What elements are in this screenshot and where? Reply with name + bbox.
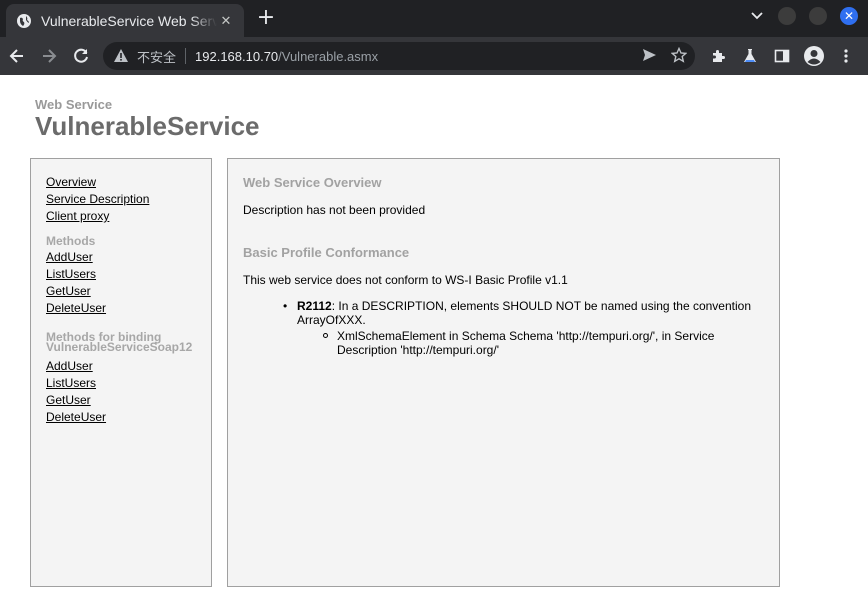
- binding-heading-line2: VulnerableServiceSoap12: [46, 340, 193, 354]
- labs-flask-icon[interactable]: [739, 45, 761, 67]
- maximize-button[interactable]: [809, 7, 827, 25]
- url-text[interactable]: 192.168.10.70/Vulnerable.asmx: [195, 49, 378, 64]
- binding-method-link-getuser[interactable]: GetUser: [46, 392, 196, 409]
- link-client-proxy[interactable]: Client proxy: [46, 208, 196, 225]
- extensions-puzzle-icon[interactable]: [707, 45, 729, 67]
- globe-icon: [17, 13, 31, 28]
- not-secure-warning-icon[interactable]: [113, 48, 129, 64]
- url-host: 192.168.10.70: [195, 48, 279, 64]
- divider: [185, 48, 187, 64]
- list-item: XmlSchemaElement in Schema Schema 'http:…: [323, 329, 764, 357]
- security-label: 不安全: [137, 49, 177, 65]
- side-panel-icon[interactable]: [771, 45, 793, 67]
- tab-strip: VulnerableService Web Service ✕ + ✕: [0, 0, 868, 37]
- overview-heading: Web Service Overview: [243, 175, 382, 190]
- bullet-icon: •: [283, 299, 288, 313]
- binding-method-link-listusers[interactable]: ListUsers: [46, 375, 196, 392]
- link-overview[interactable]: Overview: [46, 174, 196, 191]
- tab-search-chevron-icon[interactable]: [749, 9, 765, 23]
- rule-description: R2112: In a DESCRIPTION, elements SHOULD…: [297, 299, 764, 327]
- window-close-button[interactable]: ✕: [840, 7, 858, 25]
- link-service-description[interactable]: Service Description: [46, 191, 196, 208]
- tab-title: VulnerableService Web Service: [41, 12, 217, 29]
- method-link-adduser[interactable]: AddUser: [46, 249, 196, 266]
- page-kicker: Web Service: [35, 97, 113, 112]
- web-page: Web Service VulnerableService Overview S…: [0, 75, 868, 592]
- rule-detail: XmlSchemaElement in Schema Schema 'http:…: [337, 329, 715, 357]
- conformance-text: This web service does not conform to WS-…: [243, 273, 568, 287]
- method-link-getuser[interactable]: GetUser: [46, 283, 196, 300]
- browser-toolbar: 不安全 192.168.10.70/Vulnerable.asmx: [0, 37, 868, 75]
- tab-close-icon[interactable]: ✕: [218, 13, 234, 29]
- back-icon[interactable]: [6, 45, 28, 67]
- send-tab-icon[interactable]: [641, 47, 657, 63]
- method-link-listusers[interactable]: ListUsers: [46, 266, 196, 283]
- forward-icon[interactable]: [38, 45, 60, 67]
- rule-list: • R2112: In a DESCRIPTION, elements SHOU…: [283, 299, 764, 357]
- browser-tab[interactable]: VulnerableService Web Service ✕: [6, 4, 244, 37]
- minimize-button[interactable]: [778, 7, 796, 25]
- url-path: /Vulnerable.asmx: [278, 48, 379, 64]
- list-item: • R2112: In a DESCRIPTION, elements SHOU…: [283, 299, 764, 327]
- conformance-heading: Basic Profile Conformance: [243, 245, 410, 260]
- more-menu-icon[interactable]: [835, 45, 857, 67]
- methods-heading: Methods: [46, 234, 96, 248]
- profile-avatar-icon[interactable]: [803, 45, 825, 67]
- rule-id: R2112: [297, 299, 332, 313]
- bookmark-star-icon[interactable]: [671, 47, 687, 63]
- rule-text: : In a DESCRIPTION, elements SHOULD NOT …: [297, 299, 751, 327]
- reload-icon[interactable]: [70, 45, 92, 67]
- binding-method-link-deleteuser[interactable]: DeleteUser: [46, 409, 196, 426]
- page-title: VulnerableService: [35, 111, 260, 141]
- circle-bullet-icon: [323, 333, 328, 338]
- method-link-deleteuser[interactable]: DeleteUser: [46, 300, 196, 317]
- main-content: Web Service Overview Description has not…: [227, 158, 780, 587]
- address-bar[interactable]: 不安全 192.168.10.70/Vulnerable.asmx: [103, 42, 695, 70]
- binding-method-link-adduser[interactable]: AddUser: [46, 358, 196, 375]
- sidebar: Overview Service Description Client prox…: [30, 158, 212, 587]
- new-tab-button[interactable]: +: [255, 7, 277, 29]
- overview-text: Description has not been provided: [243, 203, 426, 217]
